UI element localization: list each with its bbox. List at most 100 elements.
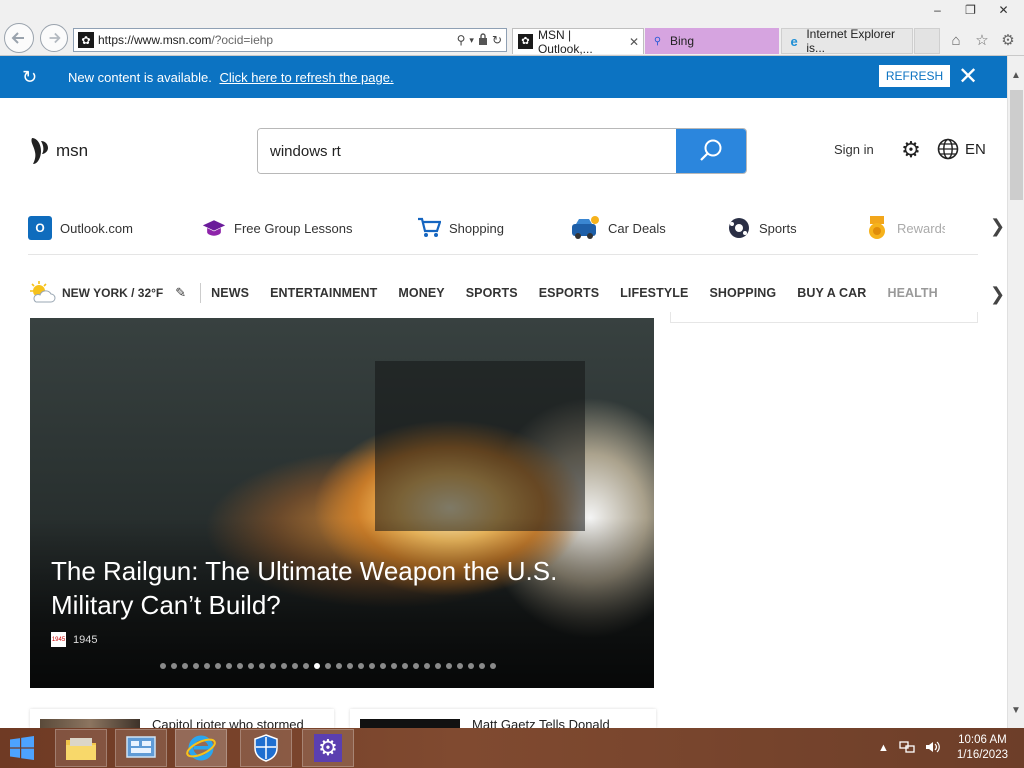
taskbar-settings[interactable]: ⚙ xyxy=(302,729,354,767)
quick-link-outlook[interactable]: O Outlook.com xyxy=(28,212,133,244)
new-tab-button[interactable] xyxy=(914,28,940,54)
carousel-dot[interactable] xyxy=(391,663,397,669)
refresh-icon[interactable]: ↻ xyxy=(492,33,502,47)
refresh-button[interactable]: REFRESH xyxy=(879,65,950,87)
category-health[interactable]: HEALTH xyxy=(887,286,937,300)
volume-icon[interactable] xyxy=(925,740,941,757)
category-lifestyle[interactable]: LIFESTYLE xyxy=(620,286,688,300)
carousel-dot[interactable] xyxy=(281,663,287,669)
carousel-dot[interactable] xyxy=(248,663,254,669)
carousel-dot[interactable] xyxy=(226,663,232,669)
scrollbar-thumb[interactable] xyxy=(1010,90,1023,200)
carousel-dot[interactable] xyxy=(413,663,419,669)
tab-close-icon[interactable]: ✕ xyxy=(629,35,639,49)
carousel-dot[interactable] xyxy=(325,663,331,669)
carousel-dot[interactable] xyxy=(314,663,320,669)
forward-button[interactable] xyxy=(40,24,68,52)
language-selector[interactable]: EN xyxy=(937,138,986,160)
start-button[interactable] xyxy=(6,734,38,762)
carousel-dot[interactable] xyxy=(468,663,474,669)
taskbar-control-panel[interactable] xyxy=(115,729,167,767)
carousel-dot[interactable] xyxy=(336,663,342,669)
tab-internet-explorer[interactable]: e Internet Explorer is... xyxy=(781,27,913,55)
outlook-icon: O xyxy=(28,216,52,240)
settings-gear-icon[interactable]: ⚙ xyxy=(998,30,1018,50)
settings-gear-icon[interactable]: ⚙ xyxy=(898,137,924,163)
carousel-dot[interactable] xyxy=(292,663,298,669)
carousel-dot[interactable] xyxy=(358,663,364,669)
quick-link-car-deals[interactable]: Car Deals xyxy=(570,212,666,244)
category-buy-a-car[interactable]: BUY A CAR xyxy=(797,286,866,300)
taskbar-file-explorer[interactable] xyxy=(55,729,107,767)
notification-message: New content is available. xyxy=(68,69,212,85)
search-button[interactable] xyxy=(676,129,746,173)
carousel-dot[interactable] xyxy=(479,663,485,669)
carousel-dot[interactable] xyxy=(237,663,243,669)
clock[interactable]: 10:06 AM 1/16/2023 xyxy=(957,733,1008,763)
carousel-dot[interactable] xyxy=(259,663,265,669)
address-bar[interactable]: ✿ https://www.msn.com/?ocid=iehp ⚲ ▾ ↻ xyxy=(73,28,507,52)
carousel-dot[interactable] xyxy=(270,663,276,669)
scroll-down-icon[interactable]: ▼ xyxy=(1011,705,1021,716)
carousel-dot[interactable] xyxy=(457,663,463,669)
carousel-dot[interactable] xyxy=(490,663,496,669)
carousel-dot[interactable] xyxy=(446,663,452,669)
taskbar-internet-explorer[interactable] xyxy=(175,729,227,767)
close-notification-icon[interactable]: ✕ xyxy=(958,62,978,91)
carousel-dot[interactable] xyxy=(215,663,221,669)
quick-link-free-group-lessons[interactable]: Free Group Lessons xyxy=(202,212,353,244)
back-button[interactable] xyxy=(4,23,34,53)
minimize-button[interactable]: – xyxy=(921,0,954,20)
carousel-dot[interactable] xyxy=(369,663,375,669)
news-card[interactable]: Matt Gaetz Tells Donald xyxy=(350,709,656,728)
carousel-dot[interactable] xyxy=(380,663,386,669)
vertical-scrollbar[interactable]: ▲ ▼ xyxy=(1007,56,1024,728)
quick-link-rewards[interactable]: Rewards xyxy=(865,212,945,244)
quick-link-shopping[interactable]: Shopping xyxy=(417,212,504,244)
favorites-star-icon[interactable]: ☆ xyxy=(972,30,992,50)
system-tray: ▲ 10:06 AM 1/16/2023 xyxy=(878,728,1024,768)
carousel-dot[interactable] xyxy=(193,663,199,669)
carousel-dot[interactable] xyxy=(435,663,441,669)
msn-logo[interactable]: msn xyxy=(28,136,88,166)
hero-carousel[interactable]: The Railgun: The Ultimate Weapon the U.S… xyxy=(30,318,654,688)
close-window-button[interactable]: ✕ xyxy=(987,0,1020,20)
carousel-dot[interactable] xyxy=(347,663,353,669)
scroll-up-icon[interactable]: ▲ xyxy=(1011,70,1021,81)
restore-button[interactable]: ❐ xyxy=(954,0,987,20)
address-search-icon[interactable]: ⚲ xyxy=(457,33,466,47)
news-card[interactable]: Capitol rioter who stormed xyxy=(30,709,334,728)
tab-msn[interactable]: ✿ MSN | Outlook,... ✕ xyxy=(512,28,644,56)
weather-widget[interactable]: NEW YORK / 32°F ✎ xyxy=(28,281,186,305)
carousel-dot[interactable] xyxy=(303,663,309,669)
categories-next-chevron-icon[interactable]: ❯ xyxy=(990,284,1005,305)
category-news[interactable]: NEWS xyxy=(211,286,249,300)
carousel-dot[interactable] xyxy=(204,663,210,669)
address-url[interactable]: https://www.msn.com/?ocid=iehp xyxy=(98,33,457,47)
taskbar-windows-defender[interactable] xyxy=(240,729,292,767)
search-input[interactable] xyxy=(258,129,676,173)
carousel-dot[interactable] xyxy=(160,663,166,669)
edit-pencil-icon[interactable]: ✎ xyxy=(175,285,186,301)
category-money[interactable]: MONEY xyxy=(398,286,444,300)
refresh-link[interactable]: Click here to refresh the page. xyxy=(219,70,393,85)
category-entertainment[interactable]: ENTERTAINMENT xyxy=(270,286,377,300)
lock-icon[interactable] xyxy=(478,32,488,48)
quick-links-next-chevron-icon[interactable]: ❯ xyxy=(990,216,1005,237)
carousel-dot[interactable] xyxy=(182,663,188,669)
carousel-dot[interactable] xyxy=(402,663,408,669)
sign-in-link[interactable]: Sign in xyxy=(834,142,874,157)
quick-link-sports[interactable]: Sports xyxy=(727,212,797,244)
category-sports[interactable]: SPORTS xyxy=(466,286,518,300)
hero-headline[interactable]: The Railgun: The Ultimate Weapon the U.S… xyxy=(51,554,631,622)
show-hidden-icons-icon[interactable]: ▲ xyxy=(878,742,889,754)
category-esports[interactable]: ESPORTS xyxy=(539,286,599,300)
carousel-dot[interactable] xyxy=(424,663,430,669)
category-shopping[interactable]: SHOPPING xyxy=(709,286,776,300)
network-icon[interactable] xyxy=(899,740,915,757)
home-icon[interactable]: ⌂ xyxy=(946,30,966,50)
dropdown-icon[interactable]: ▾ xyxy=(469,35,474,46)
carousel-dot[interactable] xyxy=(171,663,177,669)
url-domain: https://www.msn.com xyxy=(98,33,212,47)
tab-bing[interactable]: ⚲ Bing xyxy=(645,28,779,54)
